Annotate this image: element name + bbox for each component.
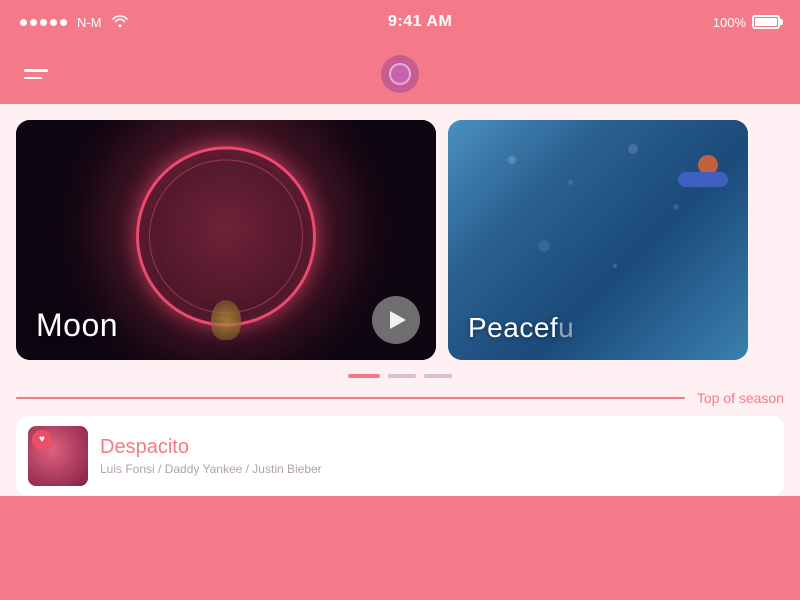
battery-percentage: 100% xyxy=(713,15,746,30)
content-area: Moon xyxy=(0,104,800,496)
bubble-3 xyxy=(628,144,638,154)
song-info: Despacito Luis Fonsi / Daddy Yankee / Ju… xyxy=(100,436,772,476)
signal-dot-2 xyxy=(30,19,37,26)
play-button[interactable] xyxy=(372,296,420,344)
song-artist: Luis Fonsi / Daddy Yankee / Justin Biebe… xyxy=(100,462,772,476)
top-season-line xyxy=(16,397,685,399)
swimmer xyxy=(668,150,728,210)
logo-inner xyxy=(389,63,411,85)
hamburger-menu[interactable] xyxy=(24,69,48,79)
heart-icon-wrap[interactable]: ♥ xyxy=(32,430,52,450)
signal-dot-1 xyxy=(20,19,27,26)
song-title: Despacito xyxy=(100,436,772,459)
top-season-label: Top of season xyxy=(697,390,784,406)
bubble-6 xyxy=(613,264,617,268)
page-dot-3[interactable] xyxy=(424,374,452,378)
hamburger-line-2 xyxy=(24,77,42,80)
app-header xyxy=(0,44,800,104)
pagination xyxy=(0,360,800,386)
status-time: 9:41 AM xyxy=(388,13,452,31)
carrier-label: N-M xyxy=(77,15,102,30)
status-bar: N-M 9:41 AM 100% xyxy=(0,0,800,44)
signal-dot-5 xyxy=(60,19,67,26)
page-dot-1[interactable] xyxy=(348,374,380,378)
song-item[interactable]: ♥ Despacito Luis Fonsi / Daddy Yankee / … xyxy=(16,416,784,496)
battery-icon xyxy=(752,15,780,29)
top-season-row: Top of season xyxy=(0,386,800,416)
phone-frame: N-M 9:41 AM 100% xyxy=(0,0,800,600)
bubble-1 xyxy=(508,156,516,164)
page-dot-2[interactable] xyxy=(388,374,416,378)
signal-dot-4 xyxy=(50,19,57,26)
hamburger-line-1 xyxy=(24,69,48,72)
bubble-5 xyxy=(538,240,550,252)
song-list: ♥ Despacito Luis Fonsi / Daddy Yankee / … xyxy=(0,416,800,496)
cards-row: Moon xyxy=(0,104,800,360)
battery-fill xyxy=(755,18,777,26)
card-peaceful-title: Peacefu xyxy=(468,312,574,344)
heart-icon: ♥ xyxy=(39,435,45,445)
card-moon[interactable]: Moon xyxy=(16,120,436,360)
figure-in-card xyxy=(211,300,241,340)
status-right: 100% xyxy=(713,15,780,30)
app-logo[interactable] xyxy=(381,55,419,93)
song-thumbnail: ♥ xyxy=(28,426,88,486)
swimmer-body xyxy=(678,172,728,187)
card-peaceful[interactable]: Peacefu xyxy=(448,120,748,360)
card-moon-title: Moon xyxy=(36,307,118,344)
bubble-2 xyxy=(568,180,573,185)
wifi-icon xyxy=(112,14,128,30)
signal-dot-3 xyxy=(40,19,47,26)
status-left: N-M xyxy=(20,14,128,30)
play-icon xyxy=(390,311,406,329)
signal-dots xyxy=(20,19,67,26)
